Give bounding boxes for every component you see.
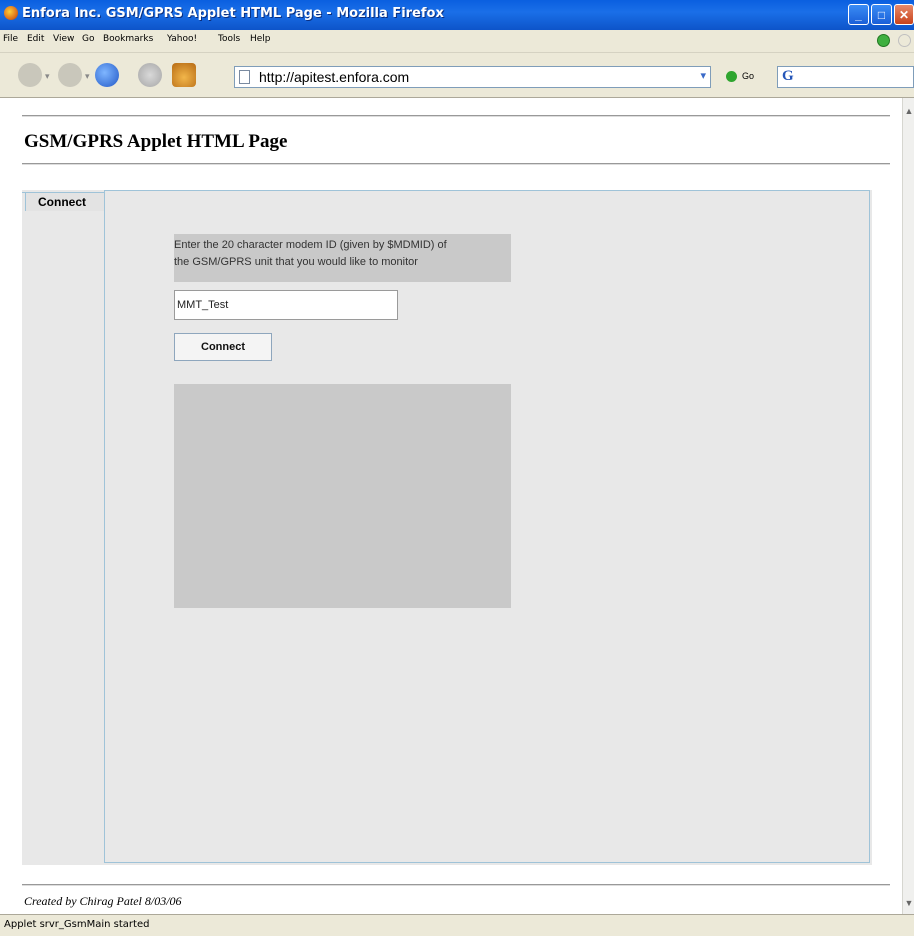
stop-button[interactable]	[138, 63, 162, 87]
back-button[interactable]	[18, 63, 42, 87]
status-bar: Applet srvr_GsmMain started	[0, 914, 914, 936]
scroll-up-icon[interactable]: ▲	[903, 106, 914, 116]
menu-bar: File Edit View Go Bookmarks Yahoo! Tools…	[0, 30, 914, 53]
page-icon	[239, 70, 250, 84]
modem-id-input[interactable]: MMT_Test	[174, 290, 398, 320]
divider-bottom	[22, 884, 890, 886]
menu-tools[interactable]: Tools	[218, 34, 240, 44]
vertical-scrollbar[interactable]: ▲ ▼	[902, 98, 914, 914]
page-title: GSM/GPRS Applet HTML Page	[24, 131, 288, 152]
instruction-line-2: the GSM/GPRS unit that you would like to…	[174, 256, 418, 268]
forward-button[interactable]	[58, 63, 82, 87]
forward-dropdown-icon[interactable]: ▾	[85, 71, 90, 82]
maximize-button[interactable]: □	[871, 4, 892, 25]
go-button[interactable]: Go	[742, 71, 754, 81]
page-content: GSM/GPRS Applet HTML Page Connect Enter …	[0, 98, 902, 914]
menu-bookmarks[interactable]: Bookmarks	[103, 34, 153, 44]
footer-credit: Created by Chirag Patel 8/03/06	[24, 894, 182, 908]
gsm-applet: Connect Enter the 20 character modem ID …	[22, 190, 872, 865]
instruction-line-1: Enter the 20 character modem ID (given b…	[174, 239, 447, 251]
google-icon: G	[782, 68, 794, 84]
url-dropdown-icon[interactable]: ▾	[700, 69, 706, 82]
minimize-button[interactable]: _	[848, 4, 869, 25]
inactive-indicator-icon	[898, 34, 911, 47]
output-area	[174, 384, 511, 608]
scroll-down-icon[interactable]: ▼	[903, 898, 914, 908]
menu-go[interactable]: Go	[82, 34, 94, 44]
divider-title	[22, 163, 890, 165]
menu-yahoo[interactable]: Yahoo!	[167, 34, 197, 44]
menu-file[interactable]: File	[3, 34, 18, 44]
go-icon[interactable]	[726, 71, 737, 82]
navigation-toolbar: ▾ ▾ http://apitest.enfora.com ▾ Go G	[0, 53, 914, 98]
reload-button[interactable]	[95, 63, 119, 87]
divider-top	[22, 115, 890, 117]
activity-indicator-icon	[877, 34, 890, 47]
back-dropdown-icon[interactable]: ▾	[45, 71, 50, 82]
search-box[interactable]: G	[777, 66, 914, 88]
window-title: Enfora Inc. GSM/GPRS Applet HTML Page - …	[22, 6, 444, 21]
menu-view[interactable]: View	[53, 34, 74, 44]
menu-help[interactable]: Help	[250, 34, 271, 44]
connect-button[interactable]: Connect	[174, 333, 272, 361]
firefox-icon	[4, 6, 18, 20]
home-button[interactable]	[172, 63, 196, 87]
close-button[interactable]: ✕	[894, 4, 914, 25]
url-bar[interactable]: http://apitest.enfora.com ▾	[234, 66, 711, 88]
url-text[interactable]: http://apitest.enfora.com	[259, 69, 409, 85]
title-bar: Enfora Inc. GSM/GPRS Applet HTML Page - …	[0, 0, 914, 30]
status-text: Applet srvr_GsmMain started	[4, 919, 150, 930]
instruction-text: Enter the 20 character modem ID (given b…	[174, 234, 511, 282]
menu-edit[interactable]: Edit	[27, 34, 44, 44]
